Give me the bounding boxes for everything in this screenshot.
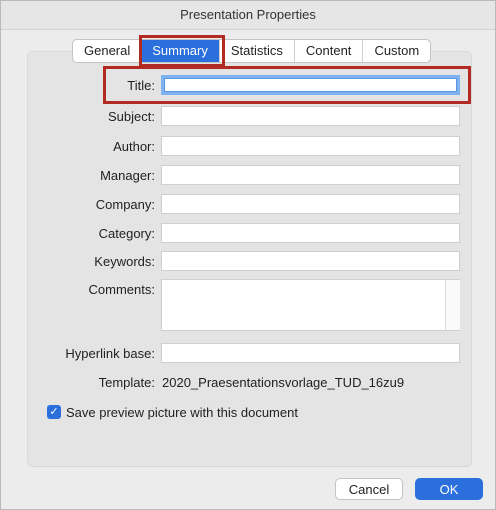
company-field[interactable] [161,194,460,214]
tab-summary[interactable]: Summary [141,40,219,62]
subject-label: Subject: [108,109,155,124]
author-field[interactable] [161,136,460,156]
subject-row: Subject: [1,106,495,128]
keywords-label: Keywords: [94,254,155,269]
company-label: Company: [95,197,155,212]
save-preview-checkbox[interactable]: ✓ [47,405,61,419]
tab-content[interactable]: Content [293,40,363,62]
comments-row: Comments: [1,279,495,331]
company-row: Company: [1,194,495,216]
template-value: 2020_Praesentationsvorlage_TUD_16zu9 [162,375,405,390]
properties-dialog: Presentation Properties General Summary … [0,0,496,510]
window-title: Presentation Properties [1,1,495,30]
hyperlink-base-row: Hyperlink base: [1,343,495,365]
save-preview-option[interactable]: ✓ Save preview picture with this documen… [47,403,298,421]
template-label: Template: [98,375,155,390]
comments-scrollbar[interactable] [445,280,460,330]
tab-general[interactable]: General [73,40,141,62]
template-row: Template: 2020_Praesentationsvorlage_TUD… [1,375,495,393]
title-row: Title: [1,75,495,97]
hyperlink-base-field[interactable] [161,343,460,363]
manager-row: Manager: [1,165,495,187]
tab-custom[interactable]: Custom [362,40,430,62]
tab-bar: General Summary Statistics Content Custo… [72,39,432,63]
category-row: Category: [1,223,495,245]
comments-textarea[interactable] [161,279,460,331]
manager-label: Manager: [100,168,155,183]
comments-label: Comments: [88,282,155,297]
manager-field[interactable] [161,165,460,185]
subject-field[interactable] [161,106,460,126]
author-row: Author: [1,136,495,158]
save-preview-label: Save preview picture with this document [66,404,298,420]
keywords-field[interactable] [161,251,460,271]
hyperlink-base-label: Hyperlink base: [65,346,155,361]
cancel-button[interactable]: Cancel [335,478,403,500]
tab-statistics[interactable]: Statistics [218,40,294,62]
category-field[interactable] [161,223,460,243]
category-label: Category: [98,226,155,241]
author-label: Author: [113,139,155,154]
title-field[interactable] [161,75,460,95]
ok-button[interactable]: OK [415,478,483,500]
keywords-row: Keywords: [1,251,495,273]
title-label: Title: [127,78,155,93]
